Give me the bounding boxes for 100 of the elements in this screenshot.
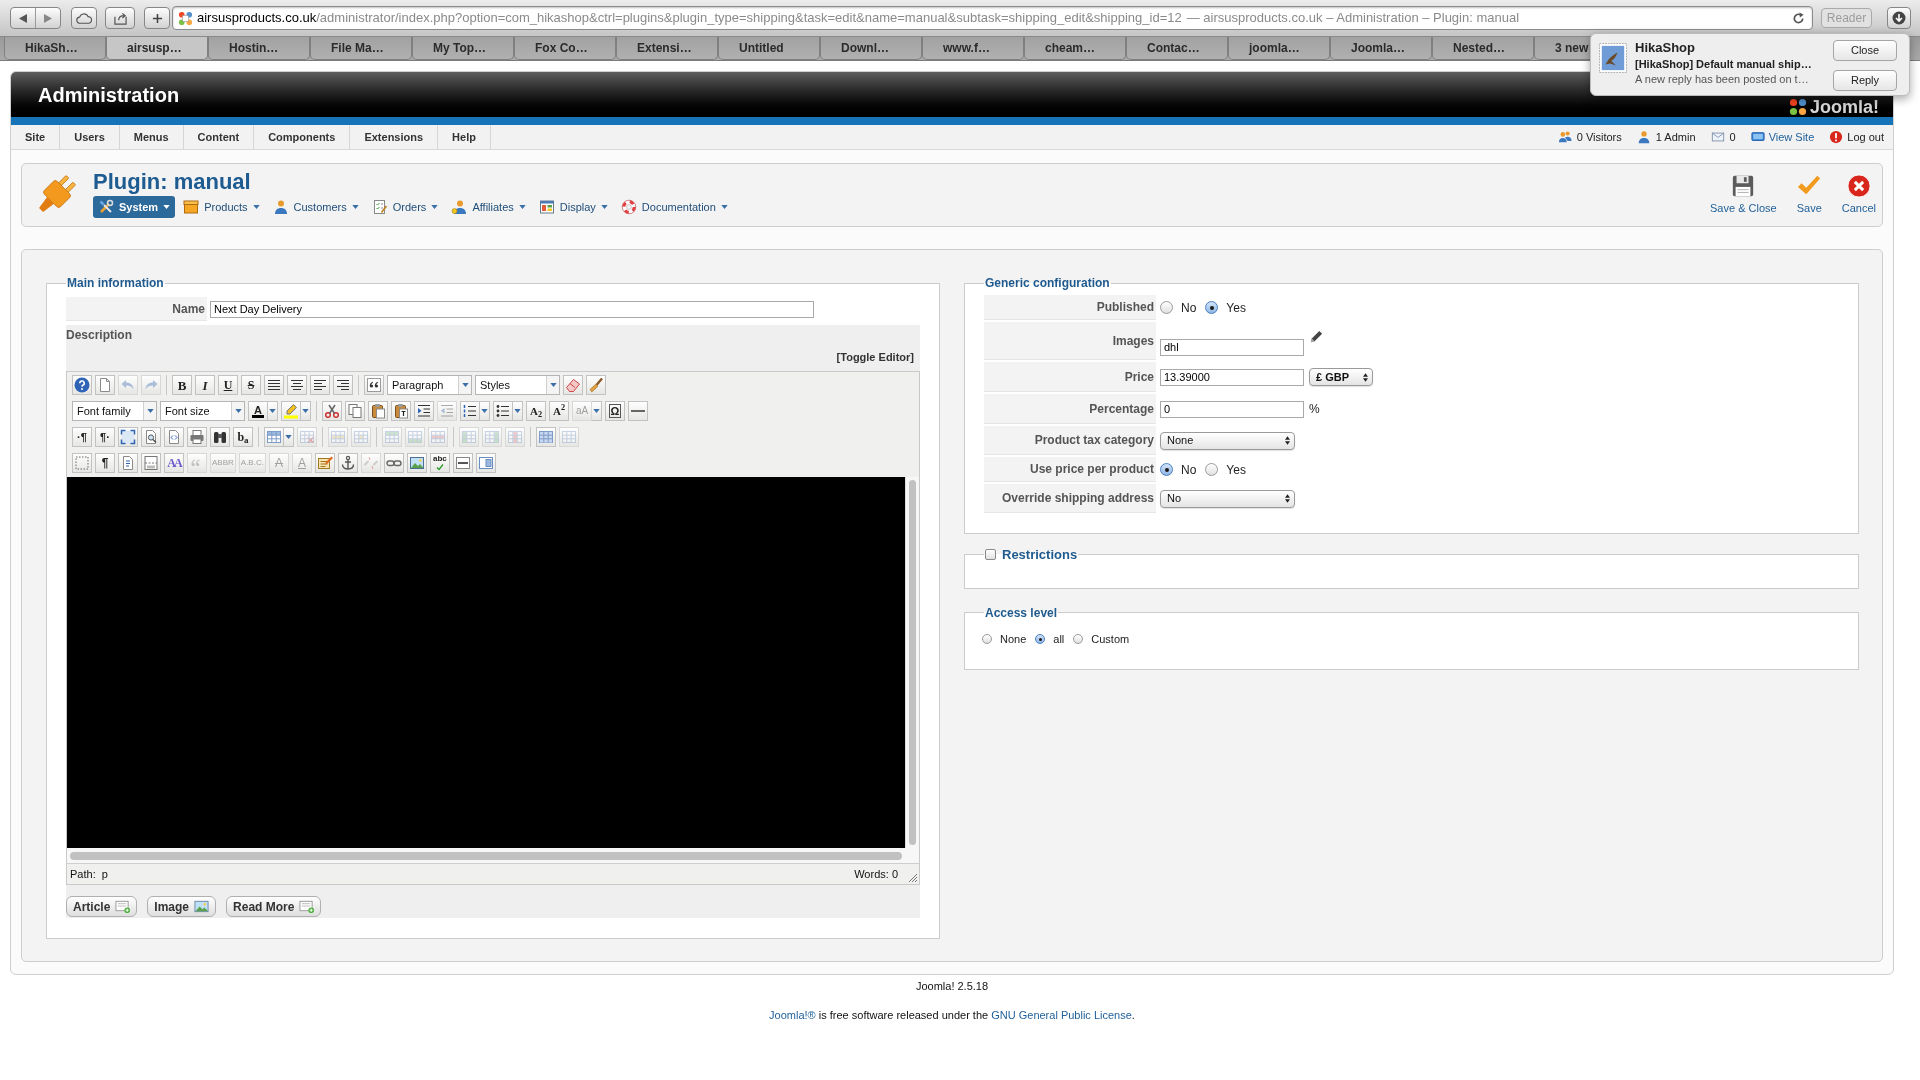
license-link[interactable]: GNU General Public License — [991, 1009, 1132, 1021]
bulleted-list-button[interactable] — [493, 401, 513, 421]
help-button[interactable] — [72, 375, 92, 395]
browser-tab[interactable]: Fox Co… — [514, 37, 616, 60]
dropdown-menu-button[interactable]: Documentation — [615, 196, 733, 218]
new-tab-button[interactable] — [144, 7, 170, 29]
link-button[interactable] — [383, 453, 404, 473]
radio-button[interactable] — [1205, 301, 1219, 314]
cleanup-button[interactable] — [563, 375, 583, 395]
menu-item[interactable]: Extensions — [350, 125, 439, 149]
table-button[interactable] — [264, 427, 284, 447]
toggle-editor-link[interactable]: [Toggle Editor] — [836, 348, 914, 366]
menu-item[interactable]: Users — [60, 125, 120, 149]
layer-button[interactable] — [475, 453, 496, 473]
select-field[interactable]: £ GBP — [1309, 368, 1373, 386]
merge-cells-button[interactable] — [536, 427, 556, 447]
dropdown-menu-button[interactable]: Affiliates — [446, 196, 531, 218]
browser-tab[interactable]: My Top… — [412, 37, 514, 60]
format-dropdown[interactable]: Font family — [72, 401, 157, 421]
reply-button[interactable]: Reply — [1833, 70, 1897, 91]
logout-link[interactable]: Log out — [1829, 128, 1884, 146]
format-dropdown[interactable]: Paragraph — [387, 375, 472, 395]
dropdown-button[interactable] — [284, 427, 294, 447]
browser-tab[interactable]: Joomla… — [1330, 37, 1432, 60]
browser-tab[interactable]: airsusp… — [106, 37, 208, 60]
new-document-button[interactable] — [95, 375, 115, 395]
browser-tab[interactable]: Contac… — [1126, 37, 1228, 60]
page-break-button[interactable] — [141, 453, 161, 473]
remove-format-button[interactable] — [586, 375, 606, 395]
horizontal-scrollbar[interactable] — [67, 848, 919, 863]
checkbox[interactable] — [985, 549, 996, 560]
attributes-button[interactable] — [314, 453, 335, 473]
left-to-right-button[interactable]: ·¶ — [72, 427, 92, 447]
radio-button[interactable] — [1160, 301, 1173, 314]
style-properties-button[interactable]: AA — [164, 453, 184, 473]
dropdown-button[interactable] — [480, 401, 490, 421]
browser-tab[interactable]: Hostin… — [208, 37, 310, 60]
indent-button[interactable] — [414, 401, 434, 421]
copy-button[interactable] — [345, 401, 365, 421]
radio-button[interactable] — [1160, 463, 1173, 476]
cancel-button[interactable]: Cancel — [1841, 174, 1876, 215]
cut-button[interactable] — [322, 401, 342, 421]
insert-image-button[interactable] — [406, 453, 427, 473]
anchor-button[interactable] — [337, 453, 358, 473]
article-button[interactable]: Article — [66, 896, 138, 917]
horizontal-rule-button[interactable] — [452, 453, 473, 473]
browser-tab[interactable]: Nested… — [1432, 37, 1534, 60]
justify-button[interactable] — [264, 375, 284, 395]
radio-button[interactable] — [1073, 634, 1084, 644]
menu-item[interactable]: Help — [438, 125, 491, 149]
dropdown-button[interactable] — [301, 401, 311, 421]
image-button[interactable]: Image — [147, 896, 217, 917]
print-button[interactable] — [187, 427, 207, 447]
superscript-button[interactable]: A$^{2}$ — [549, 401, 569, 421]
dropdown-button[interactable] — [268, 401, 278, 421]
cloud-button[interactable] — [71, 7, 97, 29]
template-button[interactable] — [118, 453, 138, 473]
bold-button[interactable]: B — [172, 375, 192, 395]
browser-tab[interactable]: joomla… — [1228, 37, 1330, 60]
browser-tab[interactable]: Downl… — [820, 37, 922, 60]
downloads-button[interactable] — [1887, 7, 1911, 29]
strikethrough-button[interactable]: S — [241, 375, 261, 395]
joomla-link[interactable]: Joomla!® — [769, 1009, 816, 1021]
align-center-button[interactable] — [287, 375, 307, 395]
browser-tab[interactable]: File Ma… — [310, 37, 412, 60]
italic-button[interactable]: I — [195, 375, 215, 395]
select-field[interactable]: None — [1160, 431, 1295, 450]
find-button[interactable] — [210, 427, 230, 447]
align-right-button[interactable] — [333, 375, 353, 395]
dropdown-button[interactable] — [513, 401, 523, 421]
menu-item[interactable]: Components — [254, 125, 351, 149]
preview-button[interactable] — [141, 427, 161, 447]
save-button[interactable]: Save — [1796, 174, 1822, 215]
radio-button[interactable] — [1205, 463, 1219, 476]
browser-tab[interactable]: www.f… — [922, 37, 1024, 60]
numbered-list-button[interactable] — [460, 401, 480, 421]
blockquote-button[interactable] — [364, 375, 384, 395]
show-characters-button[interactable]: ¶ — [95, 453, 115, 473]
browser-tab[interactable]: HikaSh… — [4, 37, 106, 60]
highlight-color-button[interactable] — [281, 401, 301, 421]
dropdown-menu-button[interactable]: Display — [533, 196, 613, 218]
format-dropdown[interactable]: Styles — [475, 375, 560, 395]
browser-tab[interactable]: cheam… — [1024, 37, 1126, 60]
menu-item[interactable]: Content — [183, 125, 255, 149]
radio-button[interactable] — [982, 634, 992, 644]
view-site-link[interactable]: View Site — [1750, 128, 1815, 146]
pencil-icon[interactable] — [1309, 328, 1324, 344]
read-more-button[interactable]: Read More — [226, 896, 322, 917]
align-left-button[interactable] — [310, 375, 330, 395]
dropdown-menu-button[interactable]: Customers — [267, 196, 364, 218]
radio-button[interactable] — [1035, 634, 1046, 644]
text-field[interactable]: Next Day Delivery — [210, 300, 814, 318]
reload-icon[interactable] — [1792, 11, 1805, 25]
browser-tab[interactable]: Extensi… — [616, 37, 718, 60]
text-color-button[interactable]: A — [248, 401, 268, 421]
address-field[interactable] — [172, 6, 1813, 30]
select-field[interactable]: No — [1160, 489, 1295, 508]
visual-aid-button[interactable] — [72, 453, 92, 473]
fullscreen-button[interactable] — [118, 427, 138, 447]
source-code-button[interactable] — [164, 427, 184, 447]
